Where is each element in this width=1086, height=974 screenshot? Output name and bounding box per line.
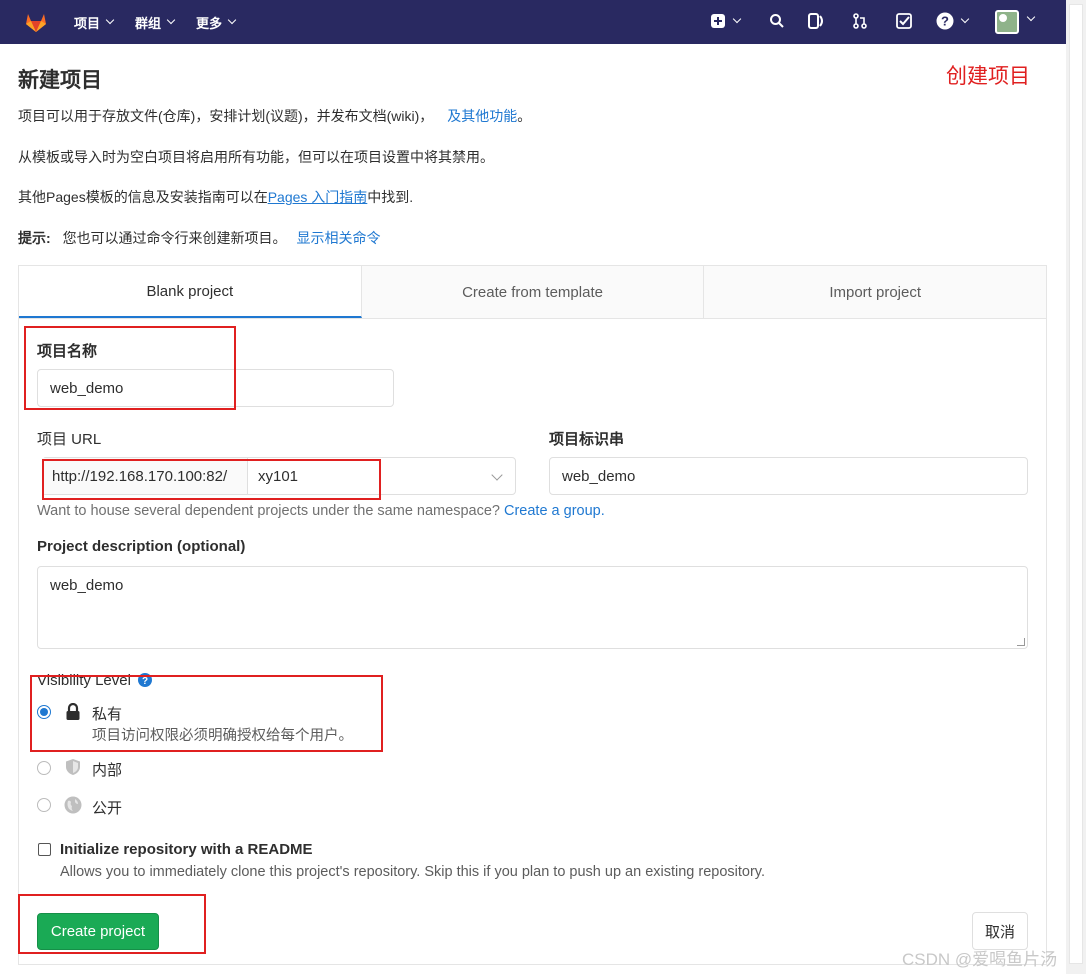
annotation-box-create-button xyxy=(18,894,206,954)
tip-paragraph: 提示: 您也可以通过命令行来创建新项目。 显示相关命令 xyxy=(18,228,380,248)
issues-button[interactable] xyxy=(806,11,826,31)
issues-icon xyxy=(808,13,823,29)
chevron-down-icon xyxy=(491,469,503,481)
tab-import-project[interactable]: Import project xyxy=(704,266,1047,318)
init-readme-desc: Allows you to immediately clone this pro… xyxy=(60,864,766,880)
gitlab-logo-icon[interactable] xyxy=(24,10,48,34)
project-type-tabs: Blank project Create from template Impor… xyxy=(18,265,1047,319)
intro-paragraph: 项目可以用于存放文件(仓库)，安排计划(议题)，并发布文档(wiki)， 及其他… xyxy=(18,106,531,126)
group-help-text: Want to house several dependent projects… xyxy=(37,503,605,519)
help-dropdown[interactable]: ? xyxy=(936,11,972,31)
scrollbar-thumb[interactable] xyxy=(1069,4,1083,964)
help-question-icon: ? xyxy=(936,12,954,30)
annotation-box-project-name xyxy=(24,326,236,410)
new-item-dropdown[interactable] xyxy=(710,11,746,31)
globe-icon xyxy=(64,796,82,814)
page-title: 新建项目 xyxy=(18,69,102,92)
nav-more-label: 更多 xyxy=(196,15,223,31)
pages-note-pre: 其他Pages模板的信息及安装指南可以在 xyxy=(18,189,268,205)
description-textarea[interactable]: web_demo xyxy=(37,566,1028,649)
merge-requests-button[interactable] xyxy=(850,11,870,31)
tab-create-from-template[interactable]: Create from template xyxy=(361,266,705,318)
pages-guide-link[interactable]: Pages 入门指南 xyxy=(268,189,368,205)
tip-text: 您也可以通过命令行来创建新项目。 xyxy=(62,230,287,246)
project-slug-label: 项目标识串 xyxy=(549,431,625,448)
intro-text: 项目可以用于存放文件(仓库)，安排计划(议题)，并发布文档(wiki)， xyxy=(18,108,434,124)
plus-square-icon xyxy=(711,14,725,28)
pages-note-post: 中找到. xyxy=(367,189,414,205)
resize-handle-icon[interactable] xyxy=(1017,638,1025,646)
todo-check-icon xyxy=(896,13,912,29)
tab-blank-project[interactable]: Blank project xyxy=(19,266,362,318)
tip-label: 提示: xyxy=(18,230,51,246)
template-note: 从模板或导入时为空白项目将启用所有功能，但可以在项目设置中将其禁用。 xyxy=(18,149,494,165)
nav-projects-label: 项目 xyxy=(74,15,101,31)
nav-more-menu[interactable]: 更多 xyxy=(196,13,237,32)
search-icon xyxy=(770,14,784,28)
user-avatar[interactable] xyxy=(995,10,1019,34)
nav-groups-menu[interactable]: 群组 xyxy=(135,13,176,32)
init-readme-label[interactable]: Initialize repository with a README xyxy=(60,841,313,858)
description-value: web_demo xyxy=(50,577,124,594)
annotation-box-project-url xyxy=(42,459,381,500)
intro-end: 。 xyxy=(517,108,532,124)
nav-groups-label: 群组 xyxy=(135,15,162,31)
show-commands-link[interactable]: 显示相关命令 xyxy=(296,230,380,246)
init-readme-checkbox[interactable] xyxy=(38,843,51,856)
chevron-down-icon xyxy=(960,14,970,24)
more-features-link[interactable]: 及其他功能 xyxy=(447,108,517,124)
chevron-down-icon xyxy=(732,14,742,24)
search-button[interactable] xyxy=(767,11,787,31)
annotation-create-project: 创建项目 xyxy=(946,65,1030,88)
top-navbar: 项目 群组 更多 ? xyxy=(0,0,1066,44)
visibility-public-radio[interactable] xyxy=(37,798,51,812)
chevron-down-icon xyxy=(166,15,176,25)
annotation-box-visibility xyxy=(30,675,383,752)
group-help-question: Want to house several dependent projects… xyxy=(37,503,500,519)
visibility-internal-title: 内部 xyxy=(92,762,123,779)
project-url-label: 项目 URL xyxy=(37,431,102,448)
chevron-down-icon xyxy=(105,15,115,25)
description-label: Project description (optional) xyxy=(37,538,246,555)
visibility-public-title: 公开 xyxy=(92,800,123,817)
create-group-link[interactable]: Create a group. xyxy=(504,503,605,519)
nav-projects-menu[interactable]: 项目 xyxy=(74,13,115,32)
shield-icon xyxy=(66,759,80,775)
merge-request-icon xyxy=(853,13,867,29)
svg-text:?: ? xyxy=(941,14,949,29)
visibility-internal-radio[interactable] xyxy=(37,761,51,775)
chevron-down-icon xyxy=(227,15,237,25)
watermark: CSDN @爱喝鱼片汤 xyxy=(902,950,1058,969)
project-slug-input[interactable]: web_demo xyxy=(549,457,1028,495)
pages-note: 其他Pages模板的信息及安装指南可以在Pages 入门指南中找到. xyxy=(18,187,413,207)
todos-button[interactable] xyxy=(894,11,914,31)
chevron-down-icon[interactable] xyxy=(1026,12,1036,22)
